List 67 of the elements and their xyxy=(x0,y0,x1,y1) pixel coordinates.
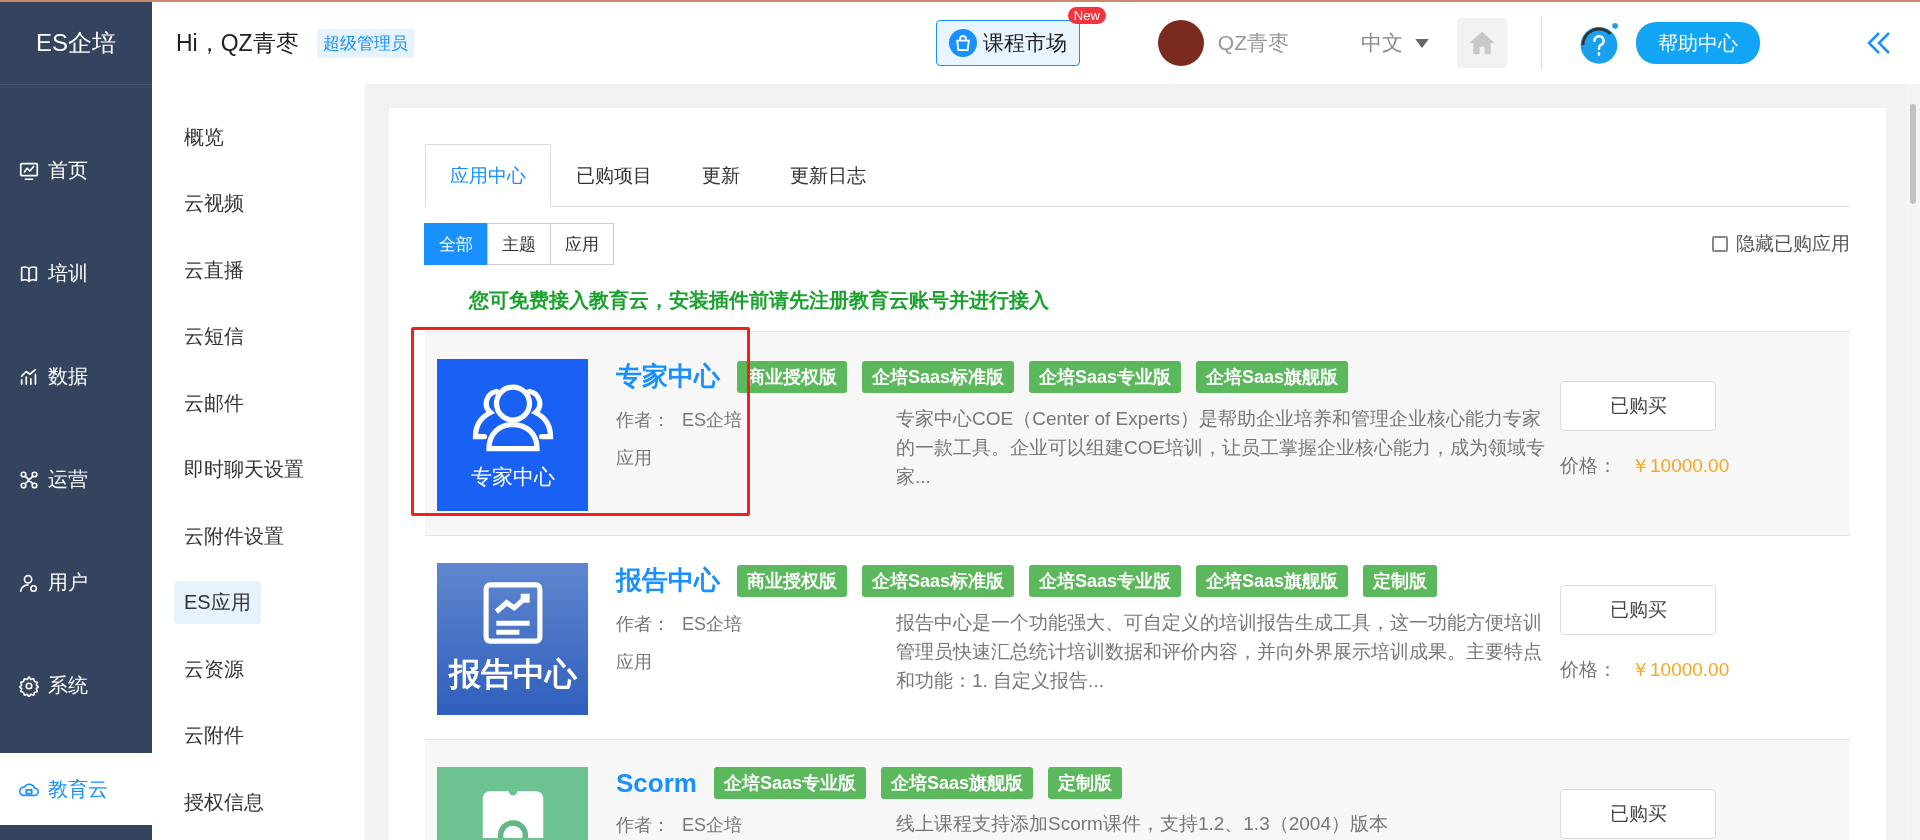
author-label: 作者： xyxy=(616,409,670,432)
edition-tag: 企培Saas旗舰版 xyxy=(1196,360,1349,393)
edition-tag: 定制版 xyxy=(1048,767,1122,799)
checkbox[interactable] xyxy=(1712,236,1728,252)
edition-tag: 企培Saas旗舰版 xyxy=(880,767,1033,799)
app-description: 专家中心COE（Center of Experts）是帮助企业培养和管理企业核心能力专家的一款工具。企业可以组建COE培训，让员工掌握企业核心能力，成为领域专家... xyxy=(896,407,1547,489)
caret-icon xyxy=(1415,38,1429,48)
submenu-item[interactable]: 云附件设置 xyxy=(174,514,294,558)
new-badge: New xyxy=(1067,6,1106,24)
greeting-text: Hi，QZ青枣 xyxy=(176,28,299,58)
submenu-item[interactable]: 云附件 xyxy=(174,714,254,758)
submenu-item[interactable]: 云资源 xyxy=(174,647,254,691)
author-label: 作者： xyxy=(616,814,670,837)
filter-button[interactable]: 应用 xyxy=(550,223,614,265)
filter-button[interactable]: 主题 xyxy=(487,223,551,265)
edition-tag: 企培Saas旗舰版 xyxy=(1196,564,1349,597)
notice-text: 您可免费接入教育云，安装插件前请先注册教育云账号并进行接入 xyxy=(469,288,1050,313)
submenu-item[interactable]: 概览 xyxy=(174,115,234,159)
language-dropdown[interactable]: 中文 xyxy=(1361,29,1429,57)
edition-tag: 企培Saas专业版 xyxy=(1029,564,1182,597)
price-label: 价格： xyxy=(1560,658,1617,682)
edition-tag: 企培Saas专业版 xyxy=(713,767,866,799)
icon-caption: 专家中心 xyxy=(470,464,555,490)
icon-caption: 报告中心 xyxy=(448,655,577,694)
author-name: ES企培 xyxy=(682,814,742,837)
app-type: 应用 xyxy=(616,651,653,674)
submenu-item[interactable]: 云短信 xyxy=(174,315,254,359)
tab[interactable]: 已购项目 xyxy=(551,144,677,206)
submenu-item[interactable]: 云邮件 xyxy=(174,381,254,425)
purchased-button[interactable]: 已购买 xyxy=(1560,789,1716,839)
sidebar-item[interactable]: 数据 xyxy=(0,325,152,428)
submenu-item[interactable]: 即时聊天设置 xyxy=(174,448,314,492)
course-market-button[interactable]: 课程市场 xyxy=(935,20,1080,66)
submenu-item[interactable]: 云直播 xyxy=(174,248,254,292)
edition-tag: 商业授权版 xyxy=(737,564,847,597)
app-description: 报告中心是一个功能强大、可自定义的培训报告生成工具，这一功能方便培训管理员快速汇总统计培训数据和评价内容，并向外界展示培训成果。主要特点和功能：1. 自定义报告... xyxy=(896,611,1543,693)
sidebar-item[interactable]: 系统 xyxy=(0,634,152,737)
settings-icon xyxy=(18,674,40,697)
hide-purchased-checkbox[interactable]: 隐藏已购应用 xyxy=(1712,231,1850,257)
edition-tag: 企培Saas专业版 xyxy=(1029,360,1182,393)
shopping-bag-icon xyxy=(948,29,977,57)
purchased-button[interactable]: 已购买 xyxy=(1560,585,1716,635)
tab[interactable]: 更新 xyxy=(677,144,765,206)
submenu-item[interactable]: ES应用 xyxy=(174,581,261,625)
sidebar-item[interactable]: 首页 xyxy=(0,119,152,222)
author-name: ES企培 xyxy=(682,409,742,432)
edition-tag: 企培Saas标准版 xyxy=(862,360,1015,393)
role-badge: 超级管理员 xyxy=(316,28,414,58)
price-value: ￥10000.00 xyxy=(1631,658,1730,682)
app-type: 应用 xyxy=(616,447,653,470)
network-icon xyxy=(18,468,40,491)
sidebar-item[interactable]: 运营 xyxy=(0,428,152,531)
avatar-icon[interactable] xyxy=(1157,20,1204,66)
purchased-button[interactable]: 已购买 xyxy=(1560,381,1716,431)
submenu-item[interactable]: 云视频 xyxy=(174,182,254,226)
sidebar-item[interactable]: 用户 xyxy=(0,531,152,634)
author-label: 作者： xyxy=(616,613,670,636)
price-value: ￥10000.00 xyxy=(1631,454,1730,478)
tab[interactable]: 更新日志 xyxy=(765,144,891,206)
edition-tag: 企培Saas标准版 xyxy=(862,564,1015,597)
price-label: 价格： xyxy=(1560,454,1617,478)
author-name: ES企培 xyxy=(682,613,742,636)
app-description: 线上课程支持添加Scorm课件，支持1.2、1.3（2004）版本 xyxy=(896,812,1389,836)
edition-tag: 定制版 xyxy=(1363,564,1438,597)
sidebar-item[interactable]: 培训 xyxy=(0,222,152,325)
submenu-item[interactable]: 授权信息 xyxy=(174,780,274,824)
checkbox-label: 隐藏已购应用 xyxy=(1736,232,1850,256)
